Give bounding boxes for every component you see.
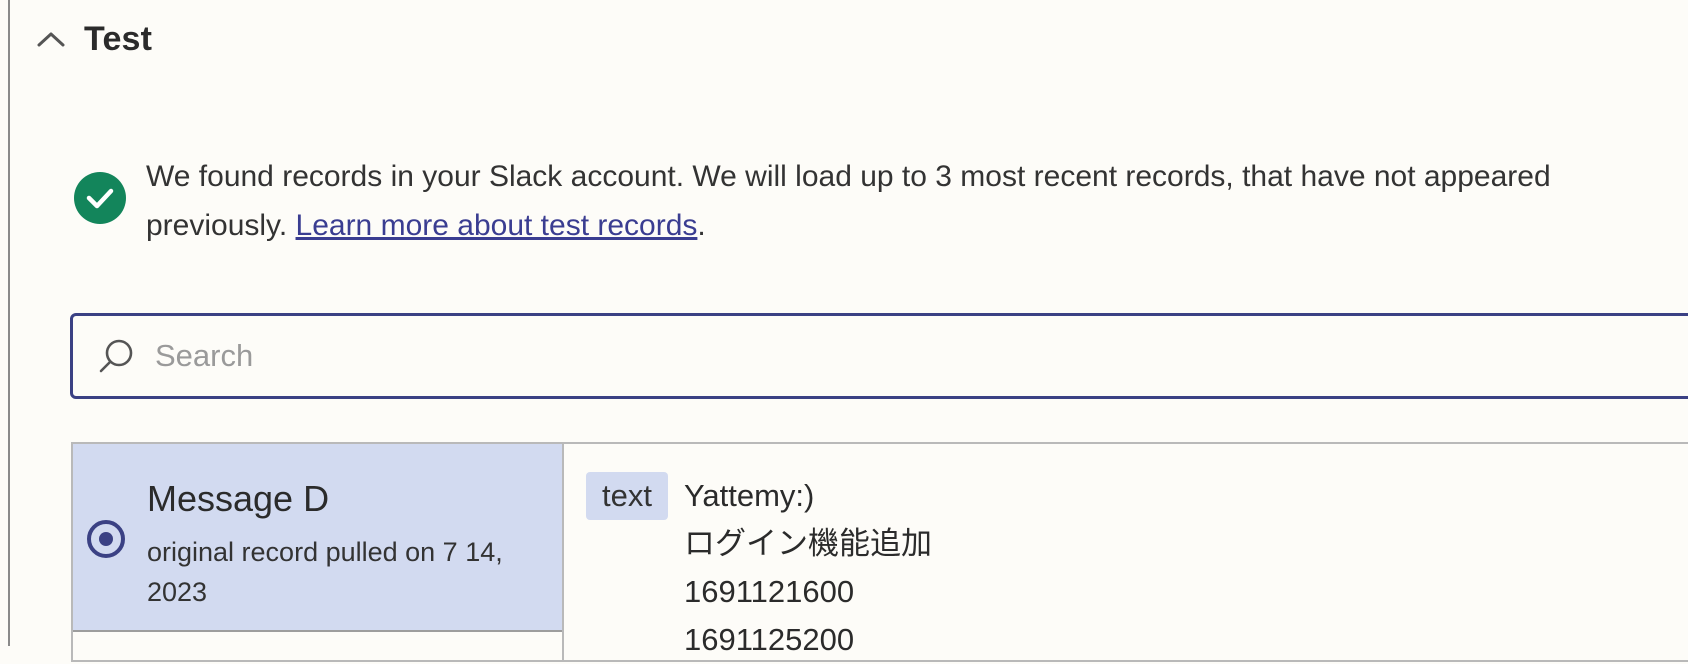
- record-detail: text Yattemy:) ログイン機能追加 1691121600 16911…: [564, 444, 1688, 660]
- records-panel: Message D original record pulled on 7 14…: [71, 442, 1688, 662]
- test-section-header[interactable]: Test: [36, 14, 152, 64]
- search-icon: [93, 332, 141, 380]
- record-item-message-d[interactable]: Message D original record pulled on 7 14…: [73, 444, 562, 632]
- field-value-line: Yattemy:): [684, 478, 815, 513]
- record-list: Message D original record pulled on 7 14…: [73, 444, 564, 660]
- record-title: Message D: [147, 478, 330, 519]
- notice-trailing: .: [697, 209, 706, 242]
- field-values: Yattemy:) ログイン機能追加 1691121600 1691125200: [684, 472, 932, 664]
- field-value-line: ログイン機能追加: [684, 526, 932, 561]
- left-border-rule: [8, 0, 10, 646]
- search-input[interactable]: [155, 326, 1555, 386]
- search-box[interactable]: [70, 313, 1688, 399]
- field-value-line: 1691125200: [684, 622, 855, 657]
- field-value-line: 1691121600: [684, 574, 855, 609]
- record-subtitle: original record pulled on 7 14, 2023: [147, 537, 503, 607]
- radio-dot: [99, 532, 113, 546]
- field-key-badge: text: [586, 472, 668, 520]
- notice-text: We found records in your Slack account. …: [146, 152, 1634, 250]
- learn-more-link[interactable]: Learn more about test records: [296, 209, 698, 242]
- records-found-notice: We found records in your Slack account. …: [74, 152, 1634, 250]
- radio-selected-icon[interactable]: [87, 520, 125, 558]
- chevron-up-icon[interactable]: [36, 29, 66, 49]
- check-circle-icon: [74, 172, 126, 224]
- section-title: Test: [84, 19, 153, 58]
